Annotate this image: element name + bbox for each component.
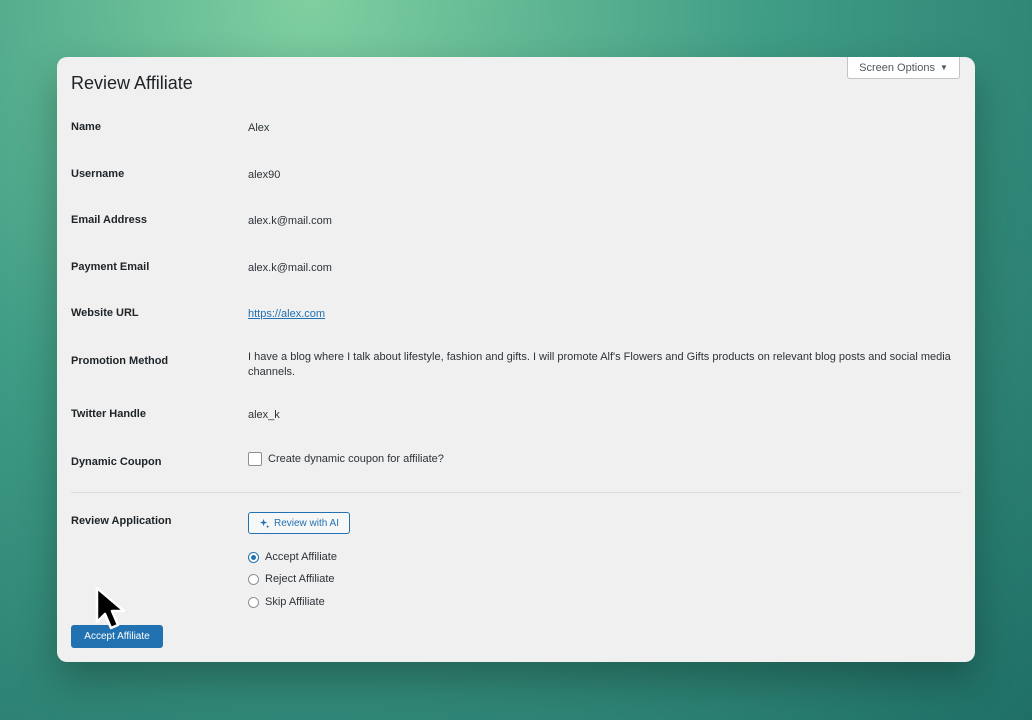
website-link[interactable]: https://alex.com — [248, 308, 325, 320]
caret-down-icon: ▼ — [939, 63, 948, 72]
username-value: alex90 — [248, 169, 281, 181]
screen-options-label: Screen Options — [859, 61, 935, 74]
section-divider — [71, 492, 961, 493]
sparkle-icon — [259, 518, 270, 529]
mouse-pointer-icon — [95, 586, 126, 630]
coupon-label: Dynamic Coupon — [71, 456, 162, 468]
payment-email-value: alex.k@mail.com — [248, 262, 332, 274]
promotion-label: Promotion Method — [71, 355, 169, 367]
twitter-label: Twitter Handle — [71, 408, 146, 420]
dynamic-coupon-checkbox[interactable] — [248, 452, 262, 467]
radio-accept-affiliate[interactable]: Accept Affiliate — [248, 551, 337, 563]
page-title: Review Affiliate — [71, 73, 193, 93]
radio-label: Reject Affiliate — [265, 573, 335, 585]
review-affiliate-window: Screen Options ▼ Review Affiliate Name A… — [57, 57, 975, 662]
username-label: Username — [71, 168, 125, 180]
promotion-value: I have a blog where I talk about lifesty… — [248, 351, 951, 378]
name-label: Name — [71, 121, 101, 133]
website-label: Website URL — [71, 307, 139, 319]
twitter-value: alex_k — [248, 409, 280, 421]
website-value: https://alex.com — [248, 307, 951, 322]
radio-button[interactable] — [248, 596, 259, 608]
coupon-value: Create dynamic coupon for affiliate? — [248, 452, 951, 467]
payment-email-label: Payment Email — [71, 261, 150, 273]
radio-label: Skip Affiliate — [265, 596, 325, 608]
name-value: Alex — [248, 122, 270, 134]
email-label: Email Address — [71, 214, 148, 226]
dynamic-coupon-checkbox-label: Create dynamic coupon for affiliate? — [268, 453, 444, 465]
radio-button[interactable] — [248, 573, 259, 585]
review-application-label: Review Application — [71, 515, 172, 527]
email-value: alex.k@mail.com — [248, 215, 332, 227]
radio-button-checked[interactable] — [248, 551, 259, 563]
radio-skip-affiliate[interactable]: Skip Affiliate — [248, 596, 325, 608]
radio-label: Accept Affiliate — [265, 551, 337, 563]
screen-options-button[interactable]: Screen Options ▼ — [847, 57, 960, 79]
review-with-ai-label: Review with AI — [273, 517, 340, 529]
radio-reject-affiliate[interactable]: Reject Affiliate — [248, 573, 335, 585]
review-with-ai-button[interactable]: Review with AI — [248, 512, 350, 534]
